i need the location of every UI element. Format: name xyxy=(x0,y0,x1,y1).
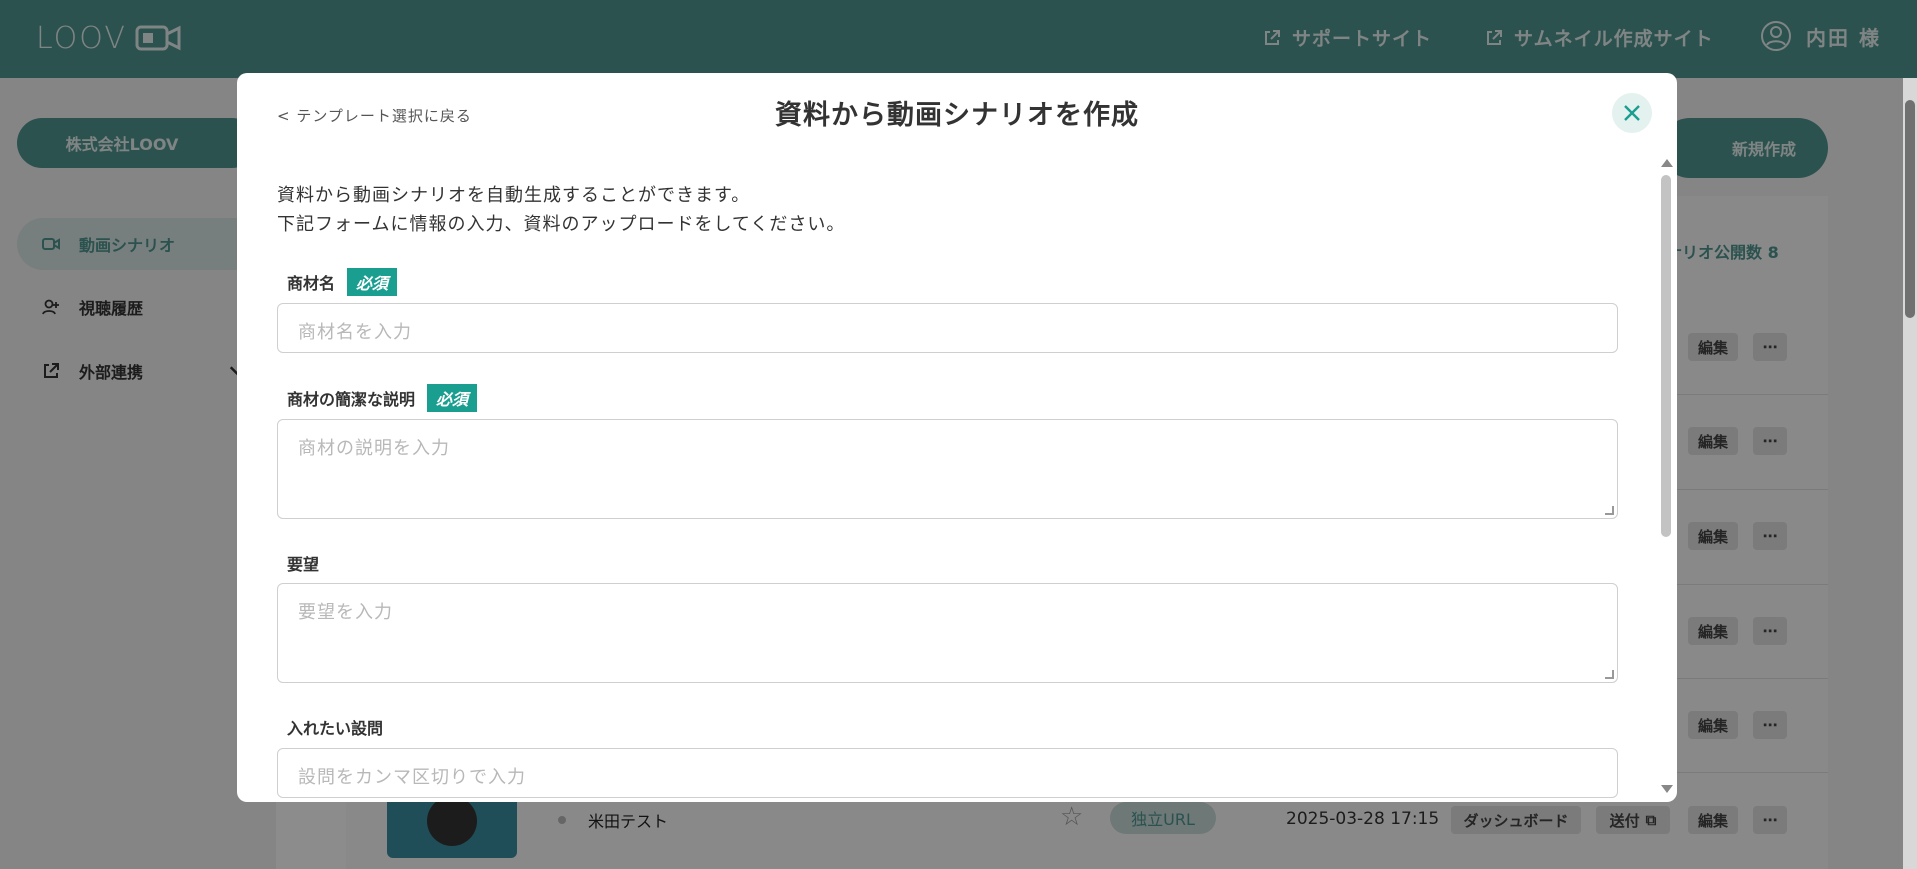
modal-title: 資料から動画シナリオを作成 xyxy=(775,100,1139,131)
page-scrollbar[interactable] xyxy=(1903,78,1917,869)
questions-label: 入れたい設問 xyxy=(287,715,383,739)
required-badge: 必須 xyxy=(347,268,398,296)
product-name-input[interactable]: 商材名を入力 xyxy=(277,303,1618,353)
create-from-document-modal: < テンプレート選択に戻る 資料から動画シナリオを作成 資料から動画シナリオを自… xyxy=(237,73,1677,802)
product-name-placeholder: 商材名を入力 xyxy=(298,322,412,343)
scroll-up-arrow[interactable] xyxy=(1661,159,1673,167)
request-label: 要望 xyxy=(287,551,319,575)
close-button[interactable] xyxy=(1612,93,1652,133)
field-label-text: 入れたい設問 xyxy=(287,719,384,738)
intro-line-1: 資料から動画シナリオを自動生成することができます。 xyxy=(277,185,751,206)
request-placeholder: 要望を入力 xyxy=(298,602,393,623)
resize-grip-icon[interactable] xyxy=(1605,670,1614,679)
product-description-textarea[interactable]: 商材の説明を入力 xyxy=(277,419,1618,519)
field-label-text: 商材の簡潔な説明 xyxy=(287,390,416,409)
required-badge: 必須 xyxy=(427,384,478,412)
close-icon xyxy=(1624,105,1640,121)
request-textarea[interactable]: 要望を入力 xyxy=(277,583,1618,683)
field-label-text: 要望 xyxy=(287,555,320,574)
modal-scrollbar-thumb[interactable] xyxy=(1661,175,1671,537)
page-scrollbar-thumb[interactable] xyxy=(1905,100,1915,318)
scroll-down-arrow[interactable] xyxy=(1661,785,1673,793)
field-label-text: 商材名 xyxy=(287,274,336,293)
questions-input[interactable]: 設問をカンマ区切りで入力 xyxy=(277,748,1618,798)
resize-grip-icon[interactable] xyxy=(1605,506,1614,515)
product-description-placeholder: 商材の説明を入力 xyxy=(298,438,450,459)
intro-line-2: 下記フォームに情報の入力、資料のアップロードをしてください。 xyxy=(277,214,846,235)
questions-placeholder: 設問をカンマ区切りで入力 xyxy=(298,767,526,788)
product-name-label: 商材名 必須 xyxy=(287,268,398,296)
intro-text: 資料から動画シナリオを自動生成することができます。 下記フォームに情報の入力、資… xyxy=(277,181,845,239)
product-description-label: 商材の簡潔な説明 必須 xyxy=(287,384,478,412)
